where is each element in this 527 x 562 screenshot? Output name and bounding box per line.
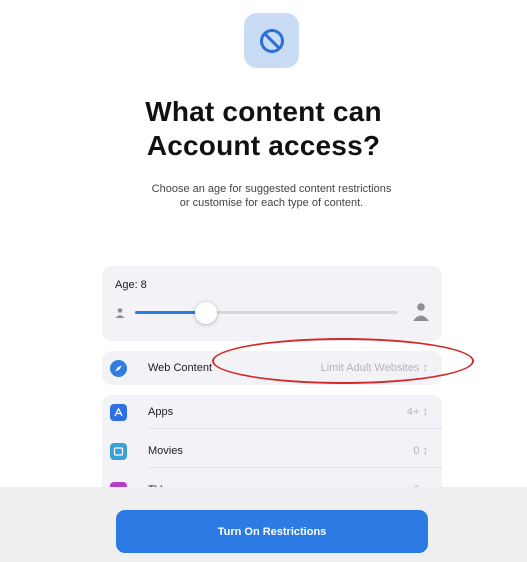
web-content-panel: Web Content Limit Adult Websites ↕: [102, 351, 442, 385]
age-slider-track[interactable]: [135, 311, 398, 314]
prohibited-icon: [244, 13, 299, 68]
row-divider: [148, 467, 442, 468]
turn-on-restrictions-button[interactable]: Turn On Restrictions: [116, 510, 428, 553]
web-content-value[interactable]: Limit Adult Websites ↕: [321, 362, 428, 374]
tv-film-icon: [110, 442, 127, 460]
title-line-1: What content can: [145, 96, 382, 127]
content-restrictions-screen: What content can Account access? Choose …: [0, 0, 527, 562]
app-store-icon: [110, 403, 127, 421]
age-label: Age: 8: [115, 279, 147, 291]
category-row-movies[interactable]: Movies 0 ↕: [102, 434, 442, 468]
safari-compass-icon: [110, 359, 127, 377]
web-content-row[interactable]: Web Content Limit Adult Websites ↕: [102, 351, 442, 385]
category-label: Movies: [148, 445, 183, 457]
category-value[interactable]: 4+ ↕: [407, 406, 428, 418]
category-value[interactable]: 0 ↕: [413, 445, 428, 457]
age-slider-thumb[interactable]: [195, 302, 217, 324]
content-categories-panel: Apps 4+ ↕ Movies 0 ↕ TV 0 ↕: [102, 395, 442, 495]
page-title: What content can Account access?: [0, 95, 527, 163]
category-label: Apps: [148, 406, 174, 418]
category-row-apps[interactable]: Apps 4+ ↕: [102, 395, 442, 429]
title-line-2: Account access?: [146, 130, 381, 161]
adult-person-icon: [412, 302, 430, 327]
subtitle-line-1: Choose an age for suggested content rest…: [151, 183, 392, 195]
age-panel: Age: 8: [102, 266, 442, 341]
child-person-icon: [114, 306, 126, 324]
subtitle-line-2: or customise for each type of content.: [179, 197, 364, 209]
page-subtitle: Choose an age for suggested content rest…: [0, 182, 527, 210]
row-divider: [148, 428, 442, 429]
web-content-label: Web Content: [148, 362, 213, 374]
